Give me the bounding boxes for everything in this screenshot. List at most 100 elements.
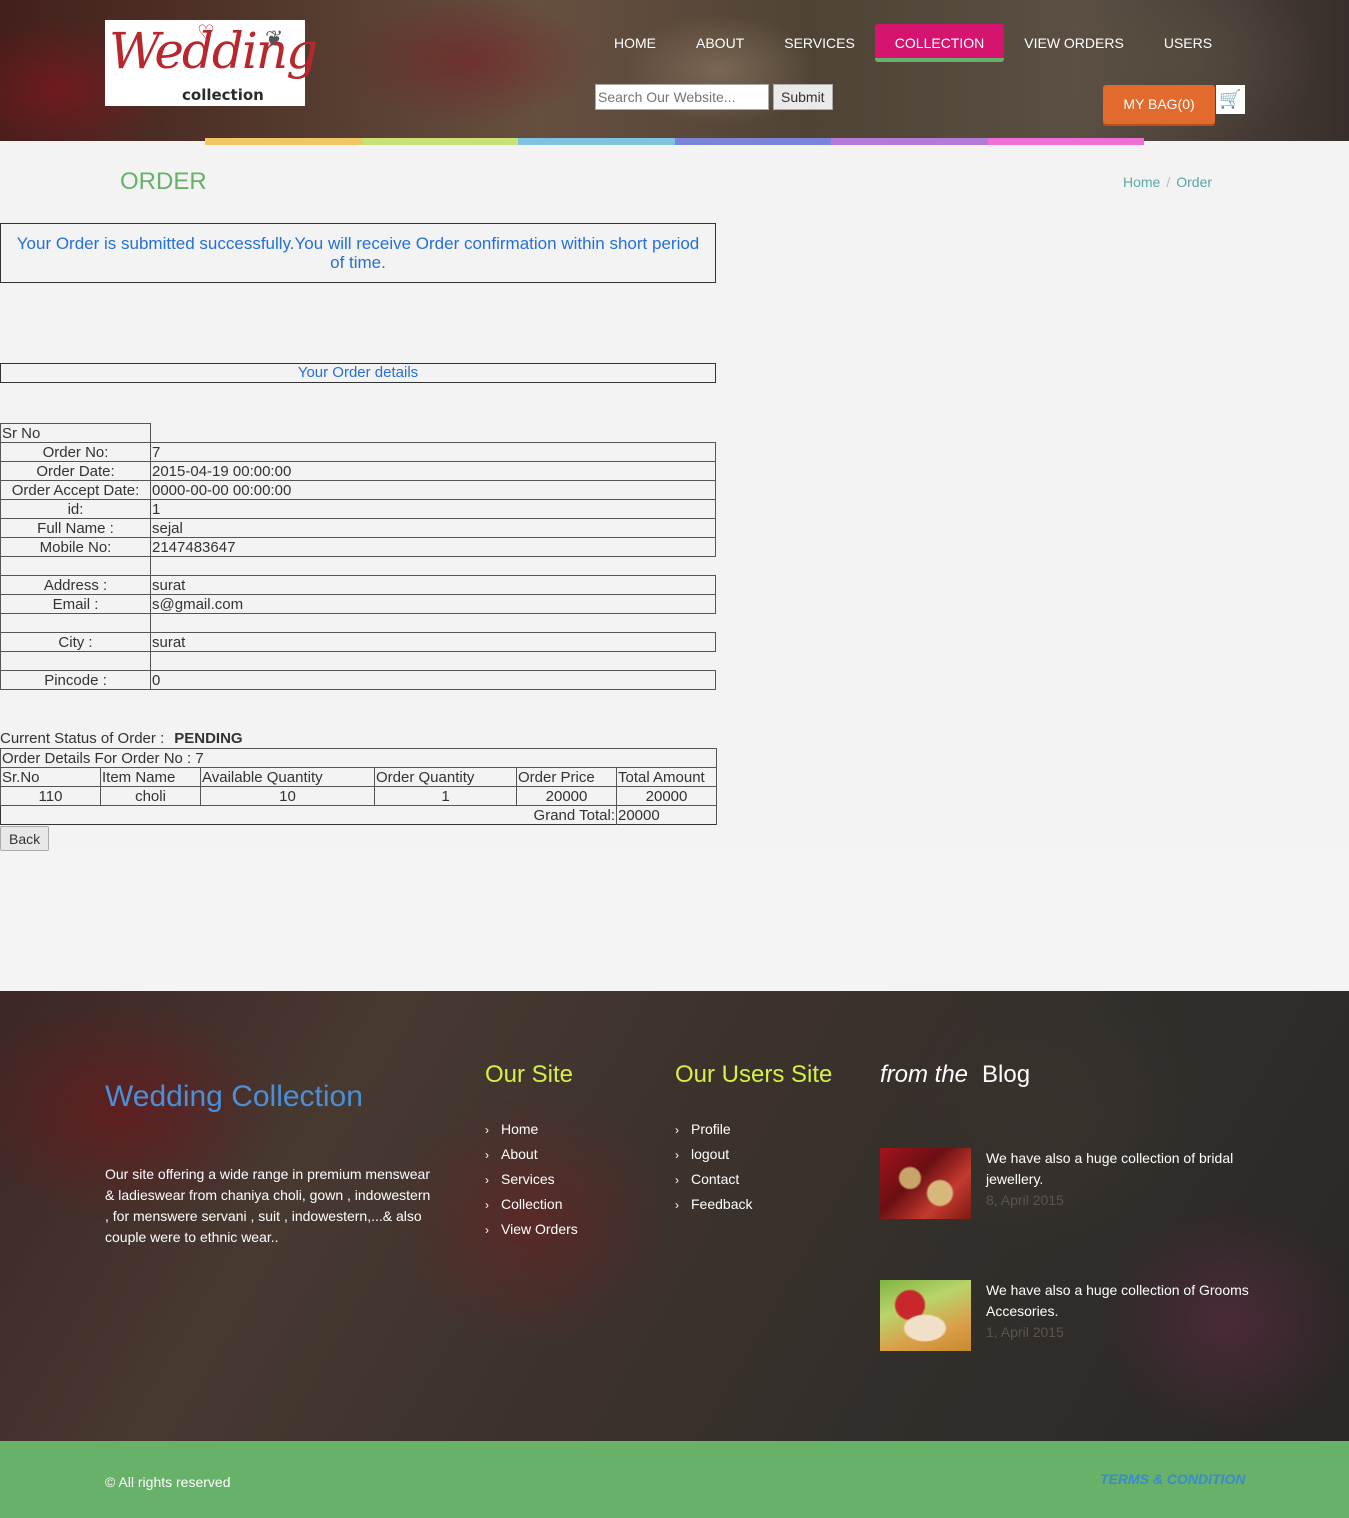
footer-link-about[interactable]: › About (485, 1144, 578, 1169)
nav-home[interactable]: HOME (594, 24, 676, 62)
main-nav: HOME ABOUT SERVICES COLLECTION VIEW ORDE… (594, 24, 1232, 62)
blog-post-date: 1, April 2015 (986, 1324, 1064, 1340)
table-row: Address : surat (0, 575, 716, 595)
nav-about[interactable]: ABOUT (676, 24, 764, 62)
column-header: Available Quantity (200, 767, 375, 787)
breadcrumb-home[interactable]: Home (1123, 174, 1160, 190)
footer-link-logout[interactable]: › logout (675, 1144, 752, 1169)
info-value (150, 613, 716, 633)
table-row: Sr No (0, 423, 716, 443)
search-input[interactable] (595, 84, 769, 110)
breadcrumb-current: Order (1176, 174, 1213, 190)
footer-description: Our site offering a wide range in premiu… (105, 1166, 431, 1245)
chevron-right-icon: › (485, 1123, 489, 1137)
blog-post[interactable]: We have also a huge collection of Grooms… (880, 1280, 1250, 1352)
info-value: sejal (150, 518, 716, 538)
footer-link-label: About (501, 1146, 538, 1162)
blog-post-date: 8, April 2015 (986, 1192, 1064, 1208)
info-value: 2015-04-19 00:00:00 (150, 461, 716, 481)
breadcrumb-separator: / (1166, 174, 1171, 190)
page-title: ORDER (120, 168, 207, 195)
blog-thumbnail[interactable] (880, 1148, 971, 1219)
nav-services[interactable]: SERVICES (764, 24, 875, 62)
column-header: Total Amount (616, 767, 717, 787)
order-items-title: Order Details For Order No : 7 (0, 748, 717, 768)
info-label: Address : (0, 575, 151, 595)
footer-link-feedback[interactable]: › Feedback (675, 1194, 752, 1219)
blog-post-text[interactable]: We have also a huge collection of bridal… (986, 1148, 1250, 1190)
terms-link[interactable]: TERMS & CONDITION (1100, 1471, 1245, 1487)
footer-link-profile[interactable]: › Profile (675, 1119, 752, 1144)
chevron-right-icon: › (485, 1223, 489, 1237)
order-status: Current Status of Order : PENDING (0, 730, 243, 747)
footer-link-label: Feedback (691, 1196, 753, 1212)
chevron-right-icon: › (675, 1198, 679, 1212)
table-row: Order Accept Date: 0000-00-00 00:00:00 (0, 480, 716, 500)
table-row: Mobile No: 2147483647 (0, 537, 716, 557)
breadcrumb: Home / Order (1123, 174, 1212, 190)
cart-icon[interactable]: 🛒 (1216, 85, 1245, 114)
my-bag-button[interactable]: MY BAG(0) (1103, 85, 1215, 124)
chevron-right-icon: › (675, 1148, 679, 1162)
footer-our-site-links: › Home › About › Services › Collection › View… (485, 1119, 578, 1244)
footer-link-label: logout (691, 1146, 730, 1162)
nav-view-orders[interactable]: VIEW ORDERS (1004, 24, 1144, 62)
info-value: 7 (150, 442, 716, 462)
info-label (0, 613, 151, 633)
nav-users[interactable]: USERS (1144, 24, 1232, 62)
info-label (0, 651, 151, 671)
info-label: Mobile No: (0, 537, 151, 557)
blog-post[interactable]: We have also a huge collection of bridal… (880, 1148, 1250, 1220)
status-value: PENDING (174, 730, 243, 747)
footer-blog-title: from the Blog (880, 1061, 1030, 1089)
blog-post-text[interactable]: We have also a huge collection of Grooms… (986, 1280, 1250, 1322)
info-value (150, 651, 716, 671)
blog-thumbnail[interactable] (880, 1280, 971, 1351)
nav-collection[interactable]: COLLECTION (874, 24, 1005, 62)
grand-total-label: Grand Total: (0, 805, 617, 825)
table-row: Order Details For Order No : 7 (0, 748, 717, 768)
info-header-label: Sr No (0, 423, 151, 443)
table-row: Order No: 7 (0, 442, 716, 462)
color-stripe-segment (205, 138, 362, 145)
blog-title-italic: from the (880, 1061, 969, 1088)
table-row (0, 613, 716, 633)
footer-link-collection[interactable]: › Collection (485, 1194, 578, 1219)
table-header-row: Sr.No Item Name Available Quantity Order… (0, 767, 717, 787)
grand-total-value: 20000 (616, 805, 717, 825)
info-value: surat (150, 632, 716, 652)
copyright-text: © All rights reserved (105, 1474, 231, 1490)
info-value: 0000-00-00 00:00:00 (150, 480, 716, 500)
site-search: Submit (595, 84, 833, 110)
color-stripe-segment (361, 138, 518, 145)
footer-link-services[interactable]: › Services (485, 1169, 578, 1194)
back-button[interactable]: Back (0, 826, 50, 851)
chevron-right-icon: › (675, 1123, 679, 1137)
chevron-right-icon: › (485, 1148, 489, 1162)
footer-link-home[interactable]: › Home (485, 1119, 578, 1144)
info-header-value (150, 423, 716, 443)
table-row: City : surat (0, 632, 716, 652)
footer-link-view-orders[interactable]: › View Orders (485, 1219, 578, 1244)
info-value: 0 (150, 670, 716, 690)
search-submit-button[interactable]: Submit (773, 84, 833, 110)
table-cell: 20000 (516, 786, 617, 806)
info-value: s@gmail.com (150, 594, 716, 614)
blog-title-main: Blog (982, 1061, 1031, 1088)
heart-icon: ♡ (197, 22, 215, 44)
order-items-table: Order Details For Order No : 7 Sr.No Ite… (0, 748, 717, 825)
footer-link-label: View Orders (501, 1221, 578, 1237)
chevron-right-icon: › (675, 1173, 679, 1187)
site-logo[interactable]: Wedding ♡ ❦ collection (105, 20, 318, 106)
info-label: Email : (0, 594, 151, 614)
info-label: Order Accept Date: (0, 480, 151, 500)
table-row: Order Date: 2015-04-19 00:00:00 (0, 461, 716, 481)
footer-link-contact[interactable]: › Contact (675, 1169, 752, 1194)
info-label: City : (0, 632, 151, 652)
color-stripe-segment (518, 138, 675, 145)
footer-brand: Wedding Collection (105, 1080, 363, 1113)
site-header: Wedding ♡ ❦ collection HOME ABOUT SERVIC… (0, 0, 1349, 141)
color-stripe (205, 138, 1144, 145)
footer-link-label: Services (501, 1171, 555, 1187)
table-cell: choli (100, 786, 201, 806)
